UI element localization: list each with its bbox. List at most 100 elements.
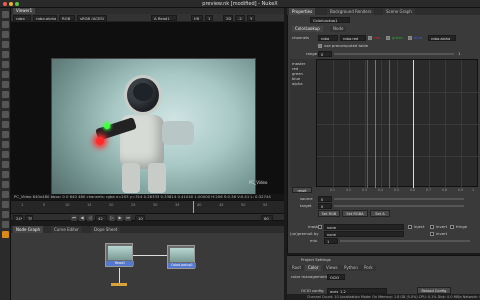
channels-dropdown-props[interactable]: rgba [318,35,338,41]
range-field[interactable]: 0 [318,51,332,57]
toolsets-tool-icon[interactable] [2,161,9,168]
image-tool-icon[interactable] [2,21,9,28]
tab-dope-sheet[interactable]: Dope Sheet [91,226,121,233]
tab-python[interactable]: Python [341,265,361,271]
metadata-tool-icon[interactable] [2,141,9,148]
mix-field[interactable]: 1 [324,238,338,244]
reload-config-button[interactable]: Reload Config [417,287,451,294]
mask-dropdown[interactable]: none [324,224,404,230]
time-tool-icon[interactable] [2,41,9,48]
color-tool-icon[interactable] [2,61,9,68]
tab-root[interactable]: Root [289,265,305,271]
frame-field[interactable]: 42 [95,215,107,221]
source-field[interactable]: 0 [318,196,332,202]
green-checkbox[interactable] [386,36,390,40]
set-rgb-button[interactable]: Set RGB [318,210,340,217]
play-forward-button[interactable]: ▷ [109,215,115,221]
tab-background-renders[interactable]: Background Renders [327,8,375,15]
use-precomputed-checkbox[interactable] [318,44,322,48]
tab-scene-graph[interactable]: Scene Graph [383,8,415,15]
tab-views[interactable]: Views [323,265,341,271]
target-slider[interactable] [334,205,464,207]
mix-slider[interactable] [340,240,470,242]
channel-layer-dropdown[interactable]: rgba.red [340,35,366,41]
next-keyframe-button[interactable]: ▶ [117,215,123,221]
tab-curve-editor[interactable]: Curve Editor [51,226,82,233]
input-a-dropdown[interactable]: A Read1 [151,15,177,21]
unpremult-dropdown[interactable]: none [324,231,404,237]
set-a-button[interactable]: Set A [370,210,390,217]
alpha-curve-line[interactable] [413,60,414,188]
views-tool-icon[interactable] [2,121,9,128]
merge-tool-icon[interactable] [2,91,9,98]
pointer-tool-icon[interactable] [2,11,9,18]
tab-node-graph[interactable]: Node Graph [13,226,43,233]
target-label: target [300,203,312,208]
blue-checkbox[interactable] [408,36,412,40]
legend-alpha[interactable]: alpha [292,81,303,87]
alpha-dropdown[interactable]: rgba.alpha [428,35,456,41]
zoom-field[interactable]: 1 [205,15,213,21]
color-management-dropdown[interactable]: OCIO [327,274,345,280]
lookup-curve-editor[interactable] [316,59,479,188]
tab-color[interactable]: Color [305,265,322,271]
draw-tool-icon[interactable] [2,31,9,38]
target-field[interactable]: 0 [318,203,332,209]
tab-colorlookup[interactable]: ColorLookup [292,26,323,32]
bloodhound-tool-icon[interactable] [2,211,9,218]
node-graph[interactable]: Read1 ColorLookup1 [11,233,284,300]
viewer-node[interactable] [111,283,127,286]
invert-checkbox[interactable] [430,225,434,229]
inject-checkbox[interactable] [408,225,412,229]
colorspace-dropdown[interactable]: sRGB (ACES) [77,15,107,21]
play-backward-button[interactable]: ◁ [87,215,93,221]
mask-checkbox[interactable] [318,225,322,229]
nuke-logo-icon[interactable] [2,231,9,238]
end-frame-field[interactable]: 60 [261,215,273,221]
fringe-checkbox[interactable] [450,225,454,229]
source-slider[interactable] [334,198,464,200]
timeline[interactable]: 1 5 10 15 20 25 30 35 40 45 50 55 [11,200,284,214]
ocula-tool-icon[interactable] [2,191,9,198]
fps-field[interactable]: 24* [13,215,23,221]
tab-pork[interactable]: Pork [361,265,376,271]
cara-vr-tool-icon[interactable] [2,201,9,208]
viewer-canvas[interactable]: PC_Video [11,22,284,212]
node-read1[interactable]: Read1 [105,243,134,267]
3d-tool-icon[interactable] [2,111,9,118]
channels-dropdown[interactable]: rgba [13,15,31,21]
reset-button[interactable]: reset [292,187,312,193]
other-tool-icon[interactable] [2,171,9,178]
tab-node[interactable]: Node [330,26,347,32]
frame-offset-field[interactable]: -2 [235,15,245,21]
view-field[interactable]: Y [247,15,255,21]
proxy-dropdown[interactable]: 2D [223,15,233,21]
red-checkbox[interactable] [368,36,372,40]
tick-label: 15 [87,203,92,207]
channel-tool-icon[interactable] [2,51,9,58]
plugins-tool-icon[interactable] [2,221,9,228]
first-frame-button[interactable]: ⏮ [71,215,77,221]
invert2-checkbox[interactable] [430,232,434,236]
prev-keyframe-button[interactable]: ◀ [79,215,85,221]
furnace-tool-icon[interactable] [2,181,9,188]
blue-curve-line[interactable] [389,60,390,188]
tab-properties[interactable]: Properties [289,8,316,15]
fstop-field[interactable]: f/8 [191,15,203,21]
green-curve-line[interactable] [375,60,376,188]
time-mode-dropdown[interactable]: TF [25,215,33,221]
layer-dropdown[interactable]: rgba.alpha [33,15,57,21]
range-slider[interactable] [334,53,454,55]
keyer-tool-icon[interactable] [2,81,9,88]
red-curve-line[interactable] [367,60,368,188]
particles-tool-icon[interactable] [2,151,9,158]
deep-tool-icon[interactable] [2,131,9,138]
last-frame-button[interactable]: ⏭ [125,215,131,221]
display-dropdown[interactable]: RGB [59,15,75,21]
transform-tool-icon[interactable] [2,101,9,108]
set-rgba-button[interactable]: Set RGBA [342,210,368,217]
filter-tool-icon[interactable] [2,71,9,78]
node-colorlookup1[interactable]: ColorLookup1 [167,245,196,269]
node-name-field[interactable]: ColorLookup1 [310,17,350,23]
increment-field[interactable]: 10 [135,215,145,221]
